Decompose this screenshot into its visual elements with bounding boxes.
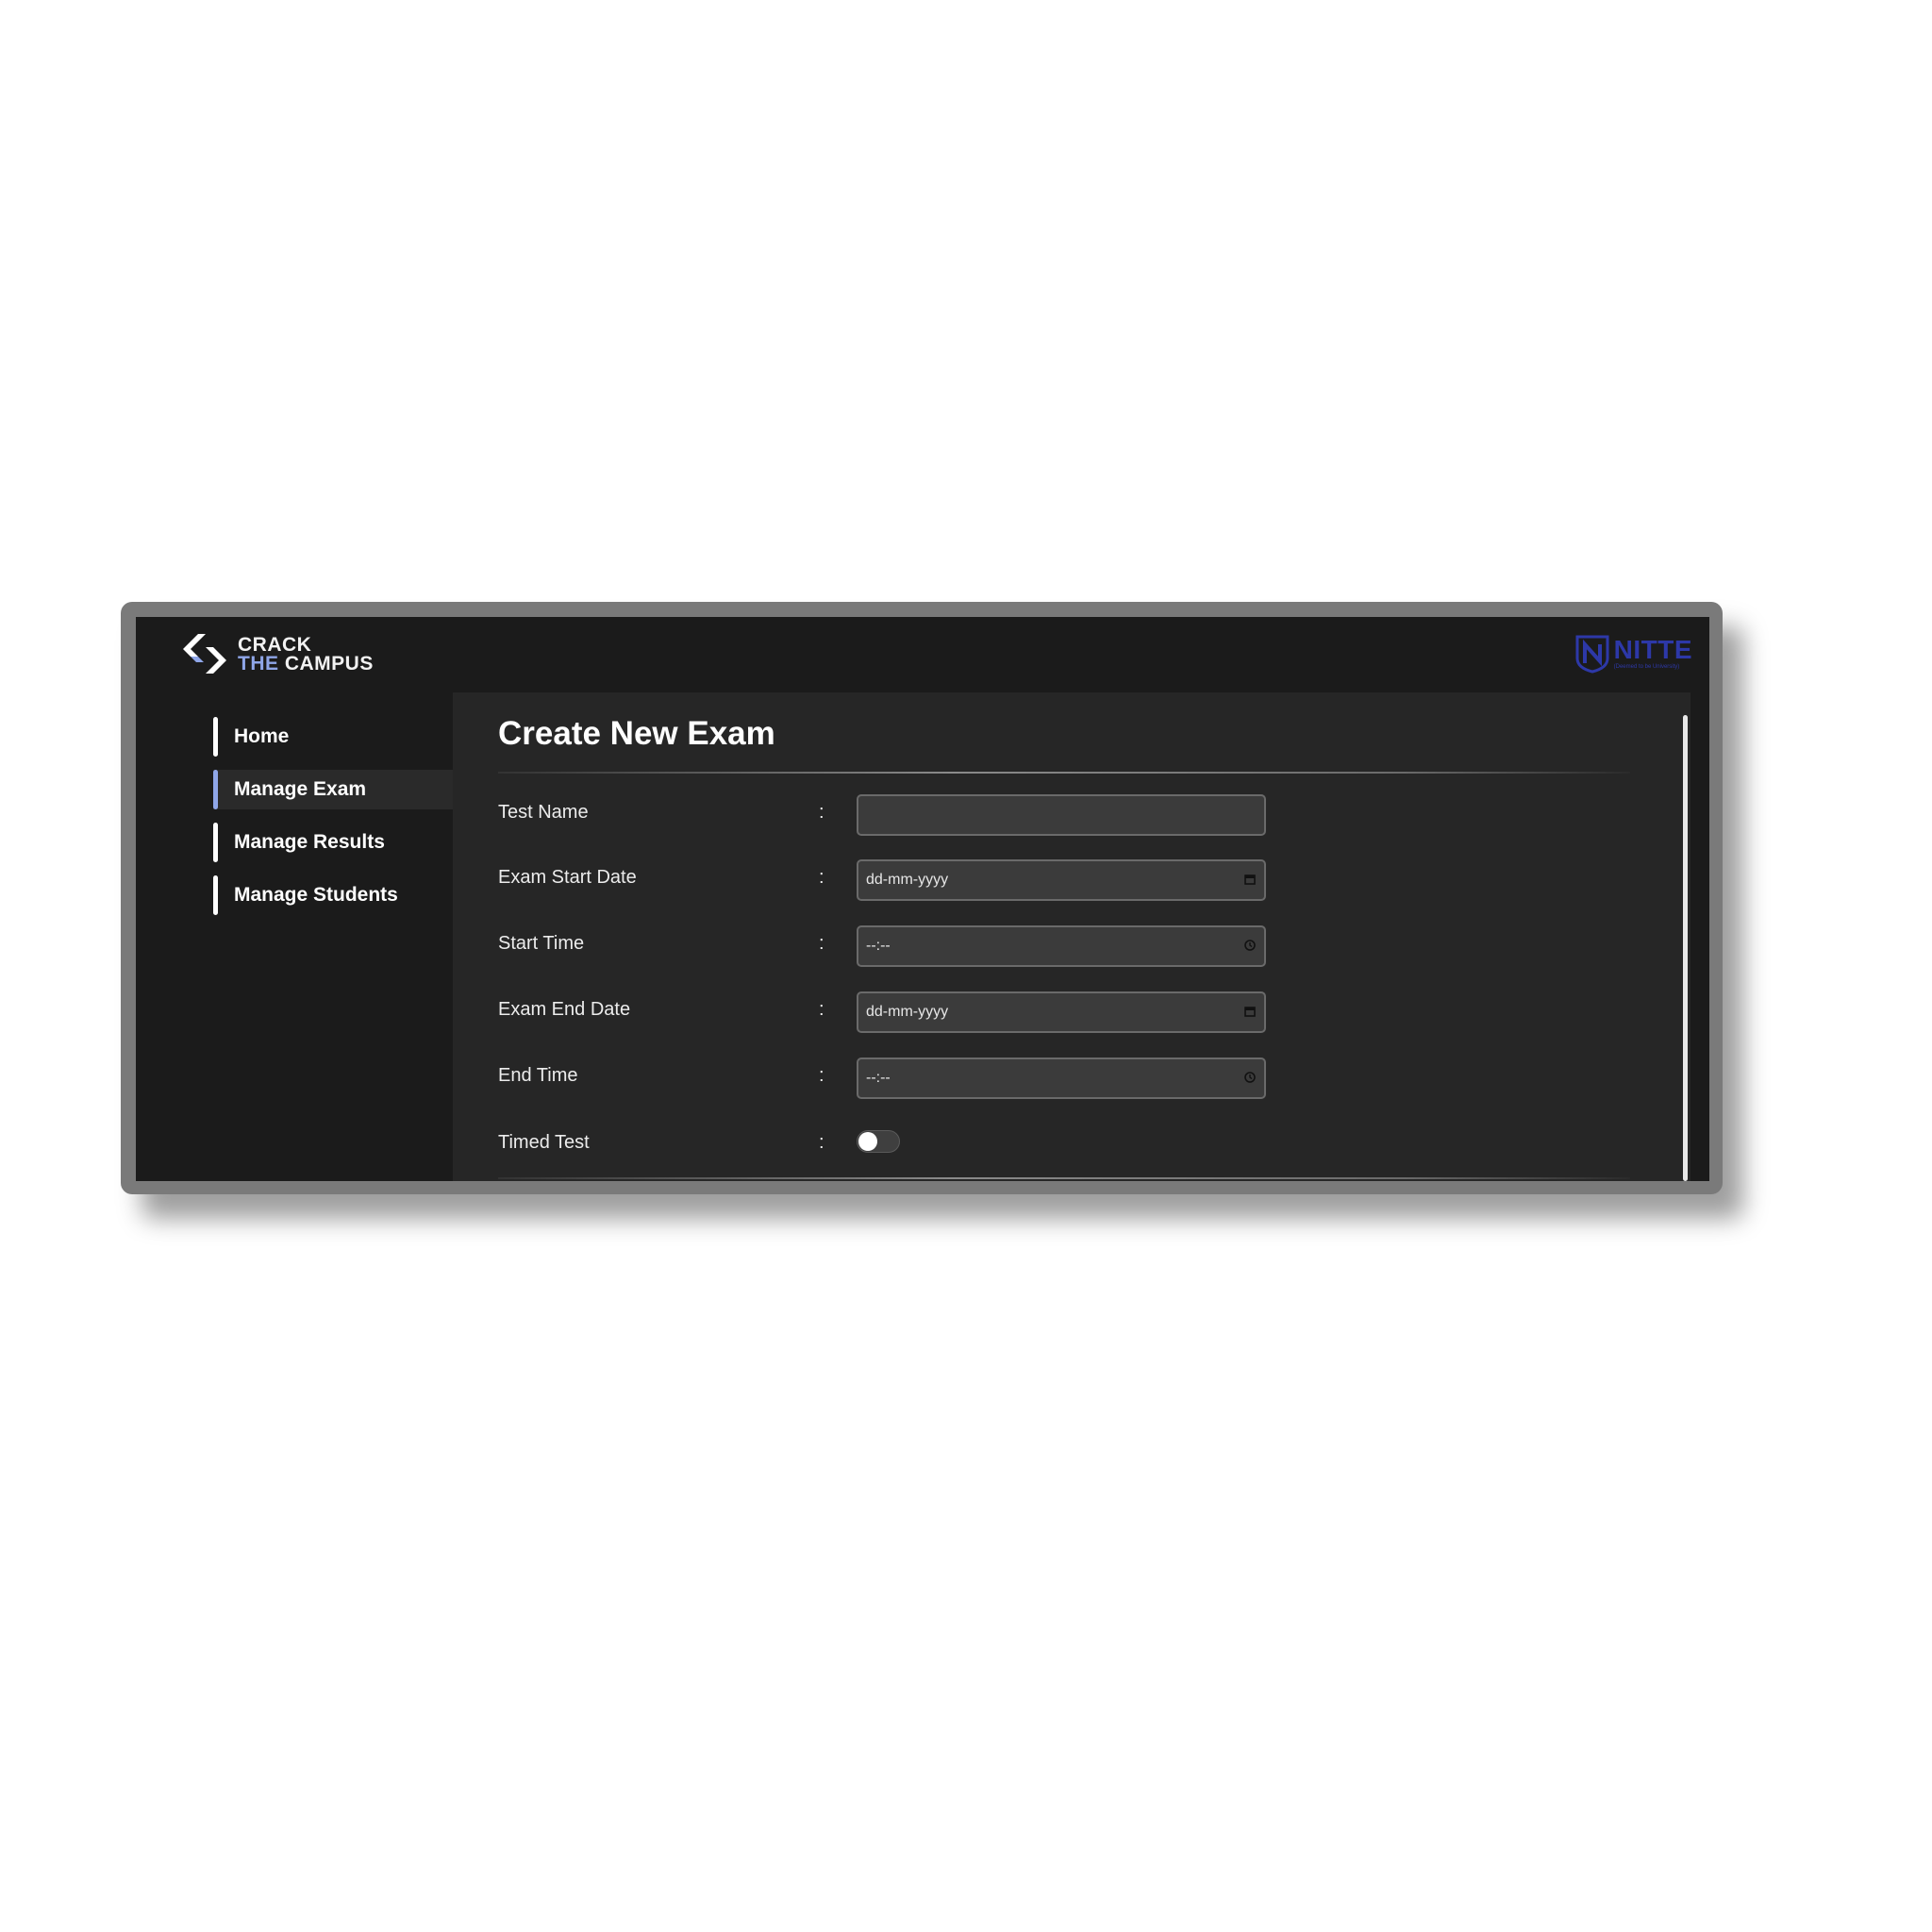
page-title: Create New Exam bbox=[498, 715, 775, 752]
end-time-field bbox=[857, 1058, 1266, 1099]
clock-icon[interactable] bbox=[1243, 1071, 1257, 1084]
exam-end-date-input[interactable] bbox=[857, 991, 1266, 1033]
form-row-test-name: Test Name : bbox=[498, 794, 1441, 836]
brand-line2-rest: CAMPUS bbox=[278, 653, 374, 675]
field-separator: : bbox=[819, 999, 824, 1020]
nav-indicator bbox=[213, 770, 218, 809]
form-divider bbox=[498, 1177, 1630, 1179]
field-separator: : bbox=[819, 802, 824, 823]
end-time-input[interactable] bbox=[857, 1058, 1266, 1099]
form-row-start-time: Start Time : bbox=[498, 925, 1441, 967]
main-content: Create New Exam Test Name : Exam Start D… bbox=[453, 692, 1690, 1181]
title-divider bbox=[498, 772, 1630, 774]
form-row-exam-start-date: Exam Start Date : bbox=[498, 859, 1441, 901]
partner-logo-text: NITTE (Deemed to be University) bbox=[1614, 637, 1692, 671]
brand-name: CRACK THE CAMPUS bbox=[238, 634, 374, 675]
nitte-logo-icon bbox=[1575, 635, 1609, 674]
app-window: CRACK THE CAMPUS NITTE (Deemed to be Uni… bbox=[136, 617, 1709, 1181]
timed-test-toggle[interactable] bbox=[857, 1130, 900, 1153]
top-bar: CRACK THE CAMPUS NITTE (Deemed to be Uni… bbox=[136, 617, 1709, 692]
partner-name: NITTE bbox=[1613, 635, 1692, 664]
nav-indicator bbox=[213, 823, 218, 862]
field-separator: : bbox=[819, 933, 824, 954]
brand-line1: CRACK bbox=[238, 634, 312, 656]
field-label: Test Name bbox=[498, 802, 589, 823]
partner-logo: NITTE (Deemed to be University) bbox=[1574, 632, 1692, 675]
partner-subtitle: (Deemed to be University) bbox=[1613, 664, 1680, 670]
sidebar-item-label: Manage Students bbox=[234, 884, 398, 906]
crack-the-campus-logo-icon bbox=[183, 634, 226, 674]
exam-start-date-input[interactable] bbox=[857, 859, 1266, 901]
field-separator: : bbox=[819, 1132, 824, 1153]
test-name-input[interactable] bbox=[857, 794, 1266, 836]
sidebar-item-label: Manage Exam bbox=[234, 778, 367, 800]
sidebar-item-manage-results[interactable]: Manage Results bbox=[213, 823, 453, 862]
exam-end-date-field bbox=[857, 991, 1266, 1033]
brand-line2: THE CAMPUS bbox=[238, 653, 374, 675]
form-row-exam-end-date: Exam End Date : bbox=[498, 991, 1441, 1033]
brand-logo[interactable]: CRACK THE CAMPUS bbox=[177, 626, 374, 683]
field-label: Start Time bbox=[498, 933, 585, 954]
field-label: Exam Start Date bbox=[498, 867, 637, 888]
nav-indicator bbox=[213, 875, 218, 915]
sidebar-item-home[interactable]: Home bbox=[213, 717, 453, 757]
exam-start-date-field bbox=[857, 859, 1266, 901]
form-row-end-time: End Time : bbox=[498, 1058, 1441, 1099]
nav-indicator bbox=[213, 717, 218, 757]
sidebar: Home Manage Exam Manage Results Manage S… bbox=[136, 692, 453, 1181]
device-frame: CRACK THE CAMPUS NITTE (Deemed to be Uni… bbox=[121, 602, 1723, 1194]
sidebar-item-manage-exam[interactable]: Manage Exam bbox=[213, 770, 453, 809]
field-label: End Time bbox=[498, 1065, 578, 1086]
calendar-icon[interactable] bbox=[1243, 873, 1257, 886]
clock-icon[interactable] bbox=[1243, 939, 1257, 952]
sidebar-item-label: Home bbox=[234, 725, 290, 747]
brand-line2-accent: THE bbox=[238, 653, 279, 675]
field-label: Exam End Date bbox=[498, 999, 631, 1020]
field-separator: : bbox=[819, 867, 824, 888]
start-time-field bbox=[857, 925, 1266, 967]
start-time-input[interactable] bbox=[857, 925, 1266, 967]
sidebar-item-label: Manage Results bbox=[234, 831, 385, 853]
toggle-knob bbox=[858, 1132, 877, 1151]
scrollbar[interactable] bbox=[1683, 715, 1688, 1181]
field-separator: : bbox=[819, 1065, 824, 1086]
calendar-icon[interactable] bbox=[1243, 1005, 1257, 1018]
field-label: Timed Test bbox=[498, 1132, 590, 1153]
sidebar-item-manage-students[interactable]: Manage Students bbox=[213, 875, 453, 915]
form-row-timed-test: Timed Test : bbox=[498, 1124, 1441, 1166]
